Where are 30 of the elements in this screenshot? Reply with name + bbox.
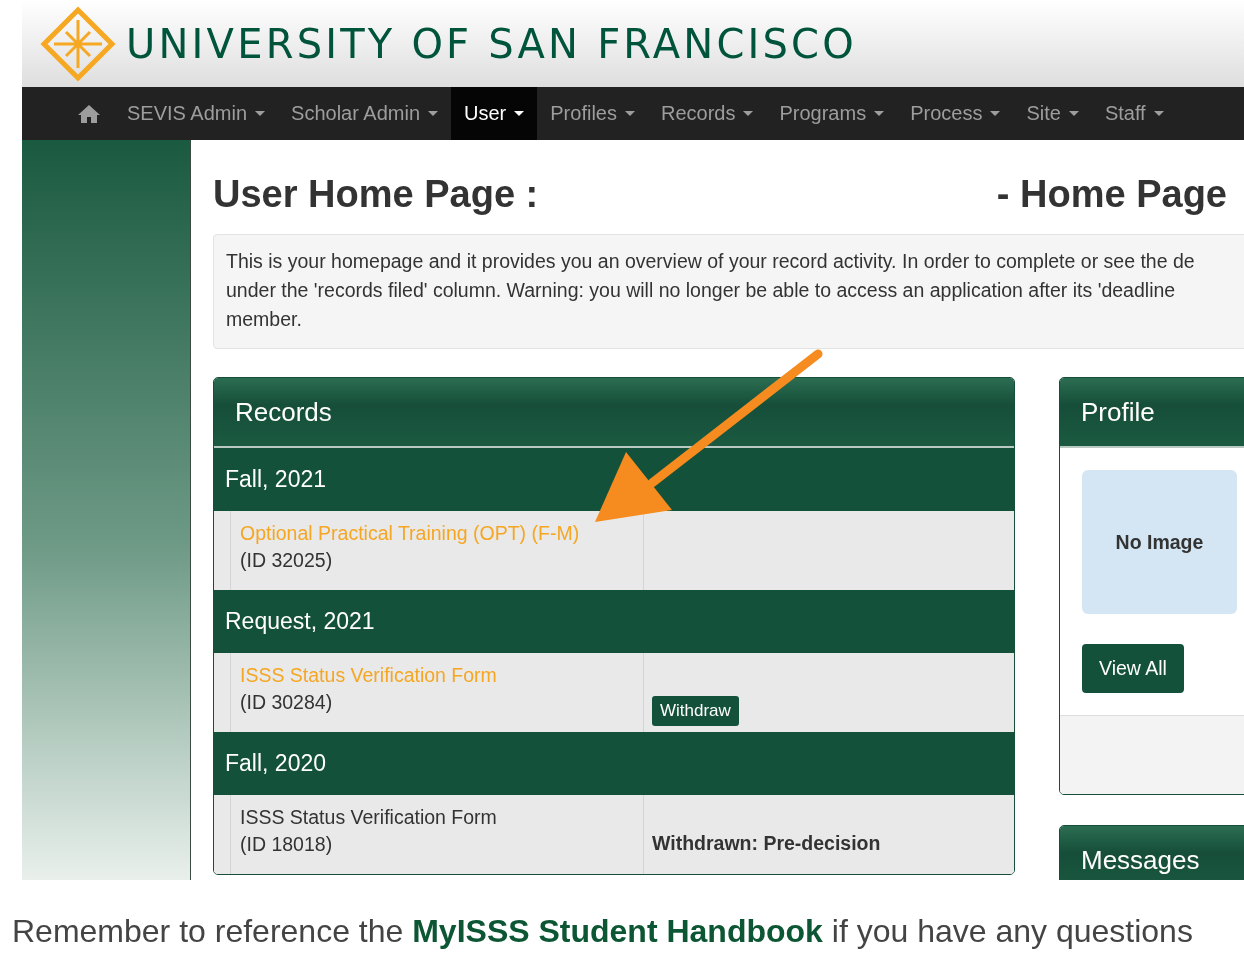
page-title: User Home Page : xyxy=(213,172,539,216)
panel-title: Messages xyxy=(1060,826,1244,880)
page-subtitle: - Home Page xyxy=(996,172,1227,216)
term-heading: Request, 2021 xyxy=(214,590,1014,653)
nav-menu-item[interactable]: Profiles xyxy=(537,87,648,140)
nav-menu-item[interactable]: User xyxy=(451,87,538,140)
record-status: Withdrawn: Pre-decision xyxy=(652,832,881,855)
term-heading: Fall, 2021 xyxy=(214,448,1014,511)
record-name: ISSS Status Verification Form xyxy=(240,806,497,829)
help-paragraph: Remember to reference the MyISSS Student Handbook if you have any questions xyxy=(12,912,1194,951)
nav-menu-item[interactable]: Site xyxy=(1013,87,1092,140)
panel-title: Profile xyxy=(1060,378,1244,448)
record-id: (ID 30284) xyxy=(240,691,334,714)
profile-photo-frame: No Image xyxy=(1082,470,1237,614)
nav-menu-item[interactable]: Programs xyxy=(766,87,898,140)
term-heading: Fall, 2020 xyxy=(214,732,1014,795)
record-id: (ID 32025) xyxy=(240,549,334,572)
intro-text: This is your homepage and it provides you an overview of your record activity. In order to complete or see the de under the 'records filed' column. Warning: you will no longer be able to access an application after its 'deadline member. xyxy=(213,234,1244,349)
withdraw-button[interactable]: Withdraw xyxy=(652,695,739,726)
record-id: (ID 18018) xyxy=(240,833,334,856)
panel-title: Records xyxy=(214,378,1014,448)
nav-menu-item[interactable]: Scholar Admin xyxy=(278,87,452,140)
nav-menu-item[interactable]: SEVIS Admin xyxy=(114,87,279,140)
nav-menu-item[interactable]: Records xyxy=(647,87,767,140)
view-all-button[interactable]: View All xyxy=(1082,644,1184,693)
nav-menu-item[interactable]: Staff xyxy=(1091,87,1177,140)
logo-icon xyxy=(40,5,116,82)
nav-menu-item[interactable]: Process xyxy=(897,87,1014,140)
handbook-link[interactable]: MyISSS Student Handbook xyxy=(412,913,823,949)
university-logo-text: UNIVERSITY OF SAN FRANCISCO xyxy=(126,20,857,67)
